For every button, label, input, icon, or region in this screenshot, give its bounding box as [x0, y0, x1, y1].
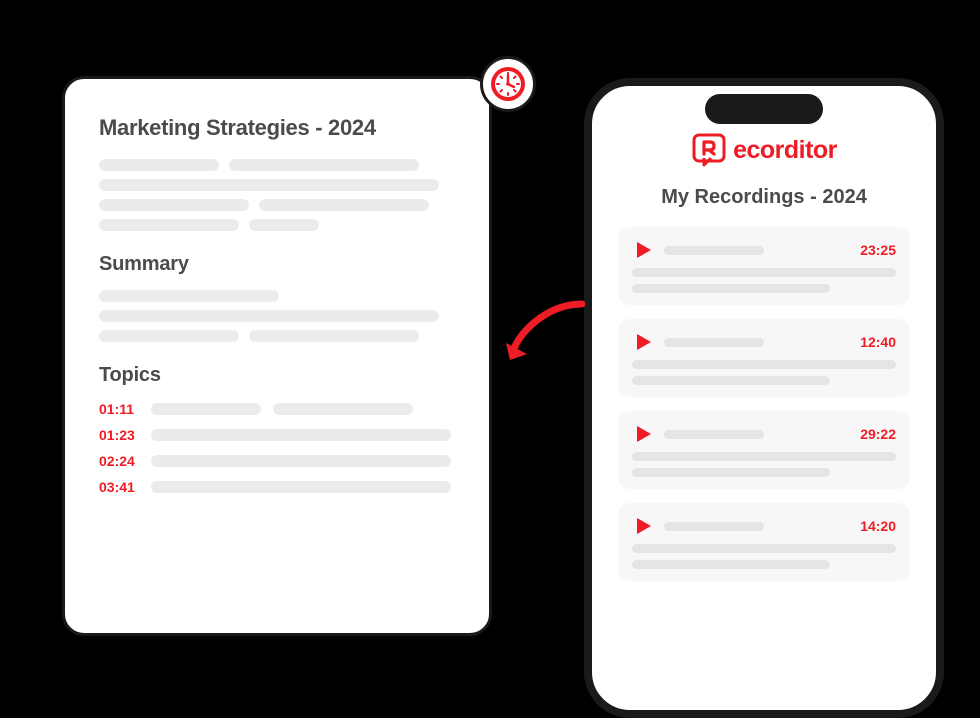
recording-time: 12:40 — [860, 334, 896, 350]
play-icon[interactable] — [632, 423, 654, 445]
arrow-icon — [500, 298, 586, 368]
topic-row: 01:11 — [99, 401, 455, 417]
skeleton-row — [99, 330, 455, 342]
skeleton-row — [99, 219, 455, 231]
topic-time: 01:23 — [99, 427, 139, 443]
topic-row: 01:23 — [99, 427, 455, 443]
play-icon[interactable] — [632, 515, 654, 537]
skeleton-row — [99, 290, 455, 302]
topic-time: 02:24 — [99, 453, 139, 469]
document-card: Marketing Strategies - 2024 Summary Topi… — [62, 76, 492, 636]
topic-row: 03:41 — [99, 479, 455, 495]
skeleton-row — [99, 199, 455, 211]
phone-mockup: ecorditor My Recordings - 2024 23:25 12:… — [584, 78, 944, 718]
brand-logo: ecorditor — [618, 132, 910, 168]
recordings-title: My Recordings - 2024 — [618, 186, 910, 209]
topics-heading: Topics — [99, 364, 455, 387]
phone-notch — [705, 94, 823, 124]
summary-heading: Summary — [99, 253, 455, 276]
play-icon[interactable] — [632, 331, 654, 353]
recording-time: 29:22 — [860, 426, 896, 442]
skeleton-row — [99, 310, 455, 322]
recording-time: 14:20 — [860, 518, 896, 534]
topic-time: 01:11 — [99, 401, 139, 417]
recording-item[interactable]: 23:25 — [618, 227, 910, 305]
recording-item[interactable]: 29:22 — [618, 411, 910, 489]
clock-icon — [480, 56, 536, 112]
skeleton-row — [99, 179, 455, 191]
play-icon[interactable] — [632, 239, 654, 261]
recording-item[interactable]: 14:20 — [618, 503, 910, 581]
recording-item[interactable]: 12:40 — [618, 319, 910, 397]
skeleton-row — [99, 159, 455, 171]
recording-time: 23:25 — [860, 242, 896, 258]
document-title: Marketing Strategies - 2024 — [99, 115, 455, 141]
brand-r-icon — [691, 132, 727, 168]
topic-time: 03:41 — [99, 479, 139, 495]
topic-row: 02:24 — [99, 453, 455, 469]
brand-name: ecorditor — [733, 136, 837, 165]
